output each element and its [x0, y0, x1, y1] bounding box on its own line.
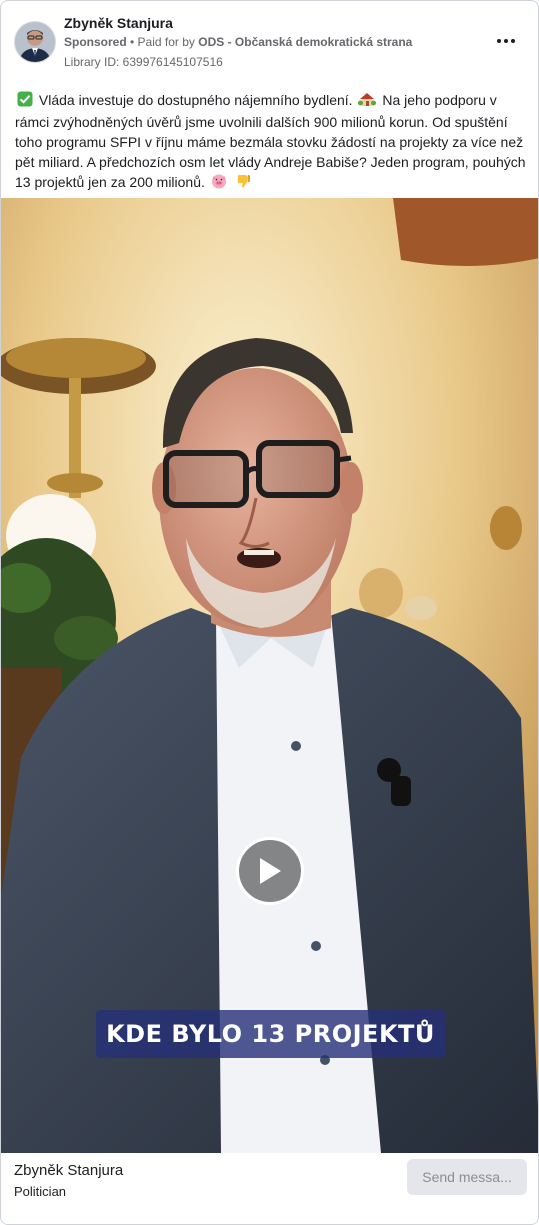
person-icon: [15, 22, 55, 62]
more-dot-icon: [511, 39, 515, 43]
video-player[interactable]: KDE BYLO 13 PROJEKTŮ: [1, 198, 538, 1153]
payer-name[interactable]: ODS - Občanská demokratická strana: [198, 35, 412, 49]
page-name[interactable]: Zbyněk Stanjura: [64, 15, 173, 31]
play-icon: [260, 858, 281, 884]
more-dot-icon: [497, 39, 501, 43]
house-with-garden-icon: [358, 91, 377, 112]
post-text-part-1: Vláda investuje do dostupného nájemního …: [38, 92, 353, 108]
profile-avatar[interactable]: [14, 21, 56, 63]
post-text: Vláda investuje do dostupného nájemního …: [15, 90, 527, 194]
more-dot-icon: [504, 39, 508, 43]
footer-page-name[interactable]: Zbyněk Stanjura: [14, 1162, 123, 1179]
check-mark-button-icon: [17, 91, 33, 112]
ad-footer: Zbyněk Stanjura Politician Send messa...: [1, 1153, 538, 1224]
library-id: Library ID: 639976145107516: [64, 55, 223, 69]
sponsored-label: Sponsored: [64, 35, 127, 49]
sponsored-line: Sponsored • Paid for by ODS - Občanská d…: [64, 35, 412, 49]
pig-face-icon: [211, 173, 227, 194]
footer-category: Politician: [14, 1184, 67, 1199]
more-options-button[interactable]: [492, 29, 520, 53]
paid-for-prefix: • Paid for by: [126, 35, 199, 49]
post-header: Zbyněk Stanjura Sponsored • Paid for by …: [1, 1, 538, 77]
send-message-button[interactable]: Send messa...: [407, 1159, 527, 1195]
thumbs-down-icon: [235, 173, 251, 194]
ad-card: Zbyněk Stanjura Sponsored • Paid for by …: [0, 0, 539, 1225]
play-button[interactable]: [236, 837, 304, 905]
video-caption: KDE BYLO 13 PROJEKTŮ: [96, 1010, 445, 1058]
